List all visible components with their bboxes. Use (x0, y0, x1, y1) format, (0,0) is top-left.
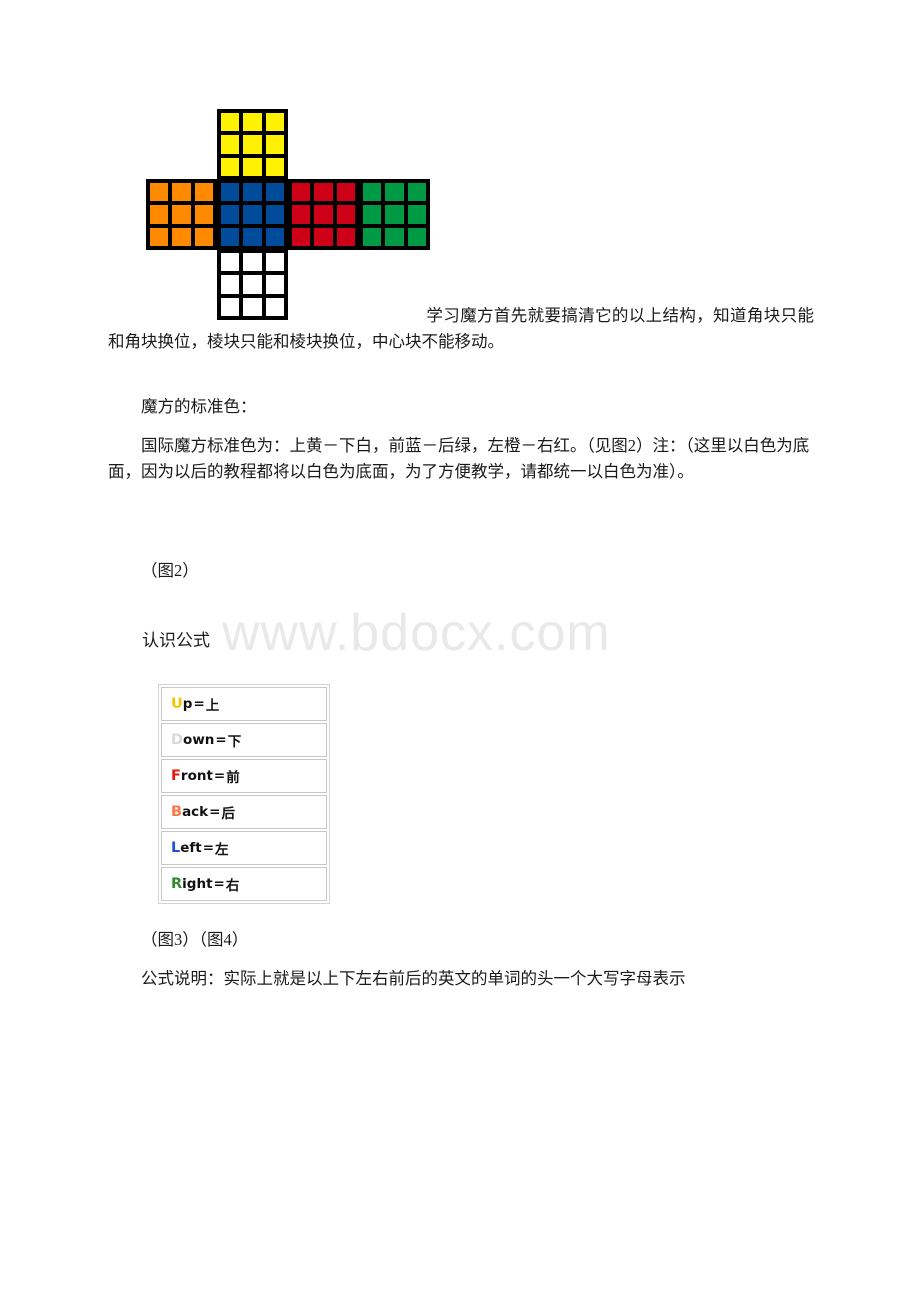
formula-legend-table: Up = 上 Down = 下 Front = 前 Back = 后 Left … (158, 684, 330, 904)
cube-cell (383, 203, 406, 226)
formula-word-front: ront (180, 768, 213, 784)
cube-face-front (217, 179, 288, 250)
cube-cell (263, 251, 286, 274)
cube-cell (334, 225, 357, 248)
cube-cell (148, 181, 171, 204)
formula-row-front: Front = 前 (161, 759, 327, 793)
heading-standard-colors: 魔方的标准色： (141, 397, 257, 416)
cube-cell (312, 225, 335, 248)
formula-initial-r: R (171, 876, 183, 892)
formula-word-back: ack (182, 804, 209, 820)
formula-equals: = (213, 876, 225, 892)
formula-equals: = (209, 804, 221, 820)
formula-initial-f: F (171, 768, 181, 784)
formula-equals: = (213, 768, 226, 784)
paragraph-structure: 学习魔方首先就要搞清它的以上结构，知道角块只能和角块换位，棱块只能和棱块换位，中… (108, 303, 814, 355)
cube-cell (405, 181, 428, 204)
formula-cn-up: 上 (205, 698, 220, 714)
cube-cell (263, 225, 286, 248)
formula-cn-left: 左 (215, 842, 229, 858)
cube-cell (312, 181, 335, 204)
cube-cell (361, 181, 384, 204)
cube-cell (263, 181, 286, 204)
formula-word-up: p (182, 696, 193, 712)
cube-cell (241, 155, 264, 178)
cube-cell (263, 273, 286, 296)
cube-cell (192, 225, 215, 248)
cube-cell (263, 133, 286, 156)
formula-cn-down: 下 (227, 734, 242, 750)
formula-equals: = (215, 732, 227, 748)
cube-cell (361, 203, 384, 226)
formula-row-up: Up = 上 (161, 687, 327, 721)
cube-face-up (217, 109, 288, 180)
cube-cell (241, 225, 264, 248)
formula-row-down: Down = 下 (161, 723, 327, 757)
cube-cell (241, 273, 264, 296)
formula-cn-front: 前 (226, 770, 240, 786)
cube-cell (241, 133, 264, 156)
cube-cell (263, 111, 286, 134)
formula-word-down: own (183, 732, 215, 748)
cube-cell (192, 203, 215, 226)
cube-cell (383, 225, 406, 248)
cube-cell (312, 203, 335, 226)
cube-cell (170, 225, 193, 248)
document-page: www.bdocx.com 学习魔方首先就要搞清它的以上结构，知道角块只能和角块… (0, 0, 920, 1302)
formula-word-right: ight (182, 876, 213, 892)
formula-initial-l: L (171, 840, 181, 856)
formula-word-left: eft (180, 840, 202, 856)
figure2-caption-text: （图2） (141, 561, 199, 580)
cube-cell (405, 203, 428, 226)
formula-row-left: Left = 左 (161, 831, 327, 865)
cube-cell (219, 225, 242, 248)
figure2-caption: （图2） (108, 558, 814, 584)
paragraph-formula-note: 公式说明：实际上就是以上下左右前后的英文的单词的头一个大写字母表示 (141, 969, 686, 988)
formula-row-right: Right = 右 (161, 867, 327, 901)
cube-cell (219, 133, 242, 156)
paragraph-structure-text: 学习魔方首先就要搞清它的以上结构，知道角块只能和角块换位，棱块只能和棱块换位，中… (108, 306, 814, 351)
heading-recognize-formula: 认识公式 (142, 631, 210, 650)
cube-cell (219, 111, 242, 134)
formula-cn-right: 右 (225, 878, 240, 894)
cube-face-left (146, 179, 217, 250)
cube-cell (263, 203, 286, 226)
figure34-caption: （图3）（图4） (141, 930, 249, 949)
cube-cell (334, 181, 357, 204)
formula-equals: = (193, 696, 205, 712)
formula-initial-u: U (171, 696, 183, 712)
cube-cell (219, 181, 242, 204)
cube-cell (290, 181, 313, 204)
rubiks-cube-net-figure (146, 109, 430, 321)
cube-cell (170, 203, 193, 226)
cube-cell (219, 155, 242, 178)
cube-cell (361, 225, 384, 248)
cube-face-back (359, 179, 430, 250)
paragraph-standard-colors: 国际魔方标准色为：上黄－下白，前蓝－后绿，左橙－右红。（见图2）注：（这里以白色… (108, 436, 810, 481)
formula-row-back: Back = 后 (161, 795, 327, 829)
cube-cell (405, 225, 428, 248)
cube-face-right (288, 179, 359, 250)
cube-cell (241, 111, 264, 134)
cube-cell (148, 225, 171, 248)
formula-equals: = (202, 840, 215, 856)
cube-cell (290, 225, 313, 248)
formula-cn-back: 后 (221, 806, 235, 822)
cube-cell (383, 181, 406, 204)
cube-cell (148, 203, 171, 226)
formula-initial-d: D (171, 732, 184, 748)
cube-cell (219, 273, 242, 296)
cube-cell (241, 181, 264, 204)
cube-cell (241, 251, 264, 274)
cube-cell (241, 203, 264, 226)
cube-cell (170, 181, 193, 204)
cube-cell (219, 251, 242, 274)
cube-cell (334, 203, 357, 226)
cube-cell (219, 203, 242, 226)
cube-cell (263, 155, 286, 178)
formula-initial-b: B (171, 804, 183, 820)
cube-cell (290, 203, 313, 226)
cube-cell (192, 181, 215, 204)
